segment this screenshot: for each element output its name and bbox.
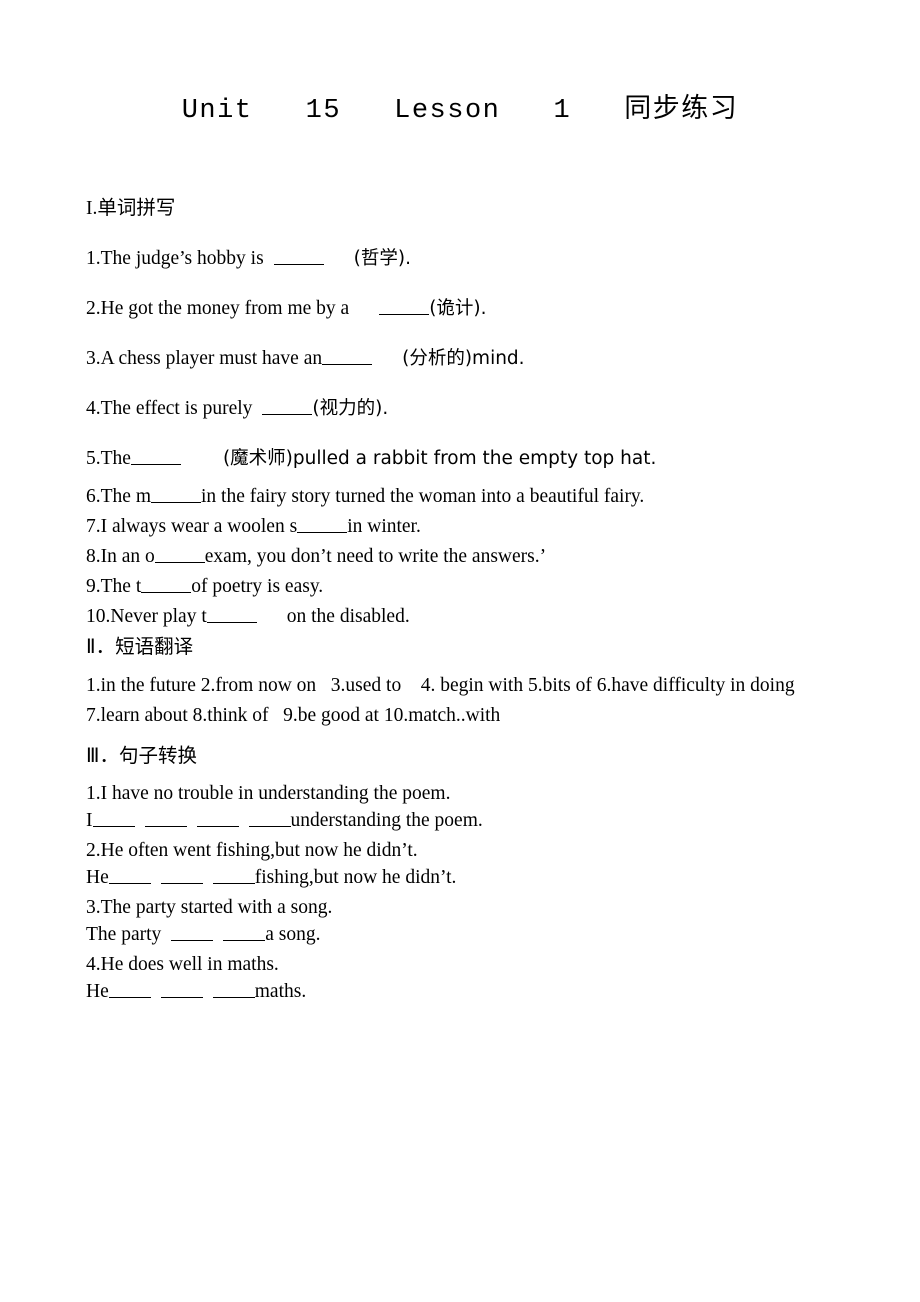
item-text-post: (视力的).	[312, 398, 389, 419]
answer-blank[interactable]	[322, 346, 373, 365]
answer-blank[interactable]	[154, 544, 205, 563]
item-text-pre: 8.In an o	[86, 546, 155, 567]
answer-blank[interactable]	[273, 246, 324, 265]
item-text-post: in the fairy story turned the woman into…	[200, 486, 645, 507]
sentence-prompt-3-2: 2.He often went fishing,but now he didn’…	[86, 840, 418, 861]
phrase-translation-line-1: 1.in the future 2.from now on 3.used to …	[86, 675, 795, 696]
answer-blank[interactable]	[160, 865, 203, 884]
answer-blank[interactable]	[262, 396, 313, 415]
sentence-prompt-3-3: 3.The party started with a song.	[86, 897, 333, 918]
answer-blank[interactable]	[212, 865, 255, 884]
answer-blank[interactable]	[248, 808, 291, 827]
item-text-post: of poetry is easy.	[191, 576, 324, 597]
document-page: Unit 15 Lesson 1 同步练习 I.单词拼写 1.The judge…	[0, 0, 920, 1302]
answer-blank[interactable]	[223, 922, 266, 941]
exercise-item-1-4: 4.The effect is purely (视力的).	[86, 396, 846, 421]
answer-text-pre: He	[86, 867, 109, 888]
answer-blank[interactable]	[212, 979, 255, 998]
sentence-answer-3-3: The party a song.	[86, 922, 846, 947]
answer-blank[interactable]	[141, 574, 192, 593]
answer-blank[interactable]	[108, 865, 151, 884]
section-heading-3: Ⅲ．句子转换	[86, 744, 197, 767]
item-text-pre: 4.The effect is purely	[86, 398, 253, 419]
answer-text-pre: He	[86, 981, 109, 1002]
item-text-pre: 9.The t	[86, 576, 142, 597]
item-text-pre: 3.A chess player must have an	[86, 348, 323, 369]
item-text-pre: 6.The m	[86, 486, 151, 507]
answer-blank[interactable]	[379, 296, 430, 315]
answer-blank[interactable]	[150, 484, 201, 503]
answer-blank[interactable]	[206, 604, 257, 623]
answer-blank[interactable]	[297, 514, 348, 533]
phrase-translation-line-2: 7.learn about 8.think of 9.be good at 10…	[86, 705, 501, 726]
exercise-item-1-2: 2.He got the money from me by a (诡计).	[86, 296, 846, 321]
exercise-item-1-9: 9.The t of poetry is easy.	[86, 574, 846, 599]
exercise-item-1-5: 5.The (魔术师)pulled a rabbit from the empty…	[86, 446, 846, 471]
answer-blank[interactable]	[144, 808, 187, 827]
item-text-pre: 1.The judge’s hobby is	[86, 248, 264, 269]
item-text-pre: 7.I always wear a woolen s	[86, 516, 298, 537]
item-text-pre: 2.He got the money from me by a	[86, 298, 350, 319]
sentence-answer-3-1: Iunderstanding the poem.	[86, 808, 846, 833]
document-body: I.单词拼写 1.The judge’s hobby is (哲学). 2.He …	[86, 196, 846, 1004]
exercise-item-1-10: 10.Never play t on the disabled.	[86, 604, 846, 629]
section-heading-1: I.单词拼写	[86, 198, 176, 219]
exercise-item-1-8: 8.In an o exam, you don’t need to write t…	[86, 544, 846, 569]
item-text-pre: 5.The	[86, 448, 131, 469]
item-text-post: in winter.	[347, 516, 421, 537]
item-text-post: exam, you don’t need to write the answer…	[204, 546, 547, 567]
sentence-answer-3-2: He fishing,but now he didn’t.	[86, 865, 846, 890]
item-text-post: on the disabled.	[286, 606, 410, 627]
answer-blank[interactable]	[92, 808, 135, 827]
exercise-item-1-3: 3.A chess player must have an (分析的)mind.	[86, 346, 846, 371]
answer-text-post: understanding the poem.	[290, 810, 483, 831]
exercise-item-1-7: 7.I always wear a woolen s in winter.	[86, 514, 846, 539]
answer-blank[interactable]	[130, 446, 181, 465]
answer-text-pre: The party	[86, 924, 162, 945]
answer-blank[interactable]	[196, 808, 239, 827]
exercise-item-1-6: 6.The m in the fairy story turned the wom…	[86, 484, 846, 509]
item-text-pre: 10.Never play t	[86, 606, 207, 627]
item-text-post: (分析的)mind.	[402, 348, 525, 369]
page-title: Unit 15 Lesson 1 同步练习	[181, 96, 739, 126]
sentence-prompt-3-4: 4.He does well in maths.	[86, 954, 279, 975]
item-text-post: (哲学).	[353, 248, 411, 269]
section-heading-2: Ⅱ．短语翻译	[86, 635, 194, 658]
answer-text-post: a song.	[265, 924, 321, 945]
answer-text-post: fishing,but now he didn’t.	[254, 867, 457, 888]
exercise-item-1-1: 1.The judge’s hobby is (哲学).	[86, 246, 846, 271]
item-text-post: (诡计).	[429, 298, 487, 319]
sentence-answer-3-4: He maths.	[86, 979, 846, 1004]
answer-blank[interactable]	[171, 922, 214, 941]
answer-blank[interactable]	[108, 979, 151, 998]
answer-text-post: maths.	[254, 981, 307, 1002]
item-text-post: (魔术师)pulled a rabbit from the empty top …	[222, 448, 657, 469]
sentence-prompt-3-1: 1.I have no trouble in understanding the…	[86, 783, 451, 804]
answer-blank[interactable]	[160, 979, 203, 998]
